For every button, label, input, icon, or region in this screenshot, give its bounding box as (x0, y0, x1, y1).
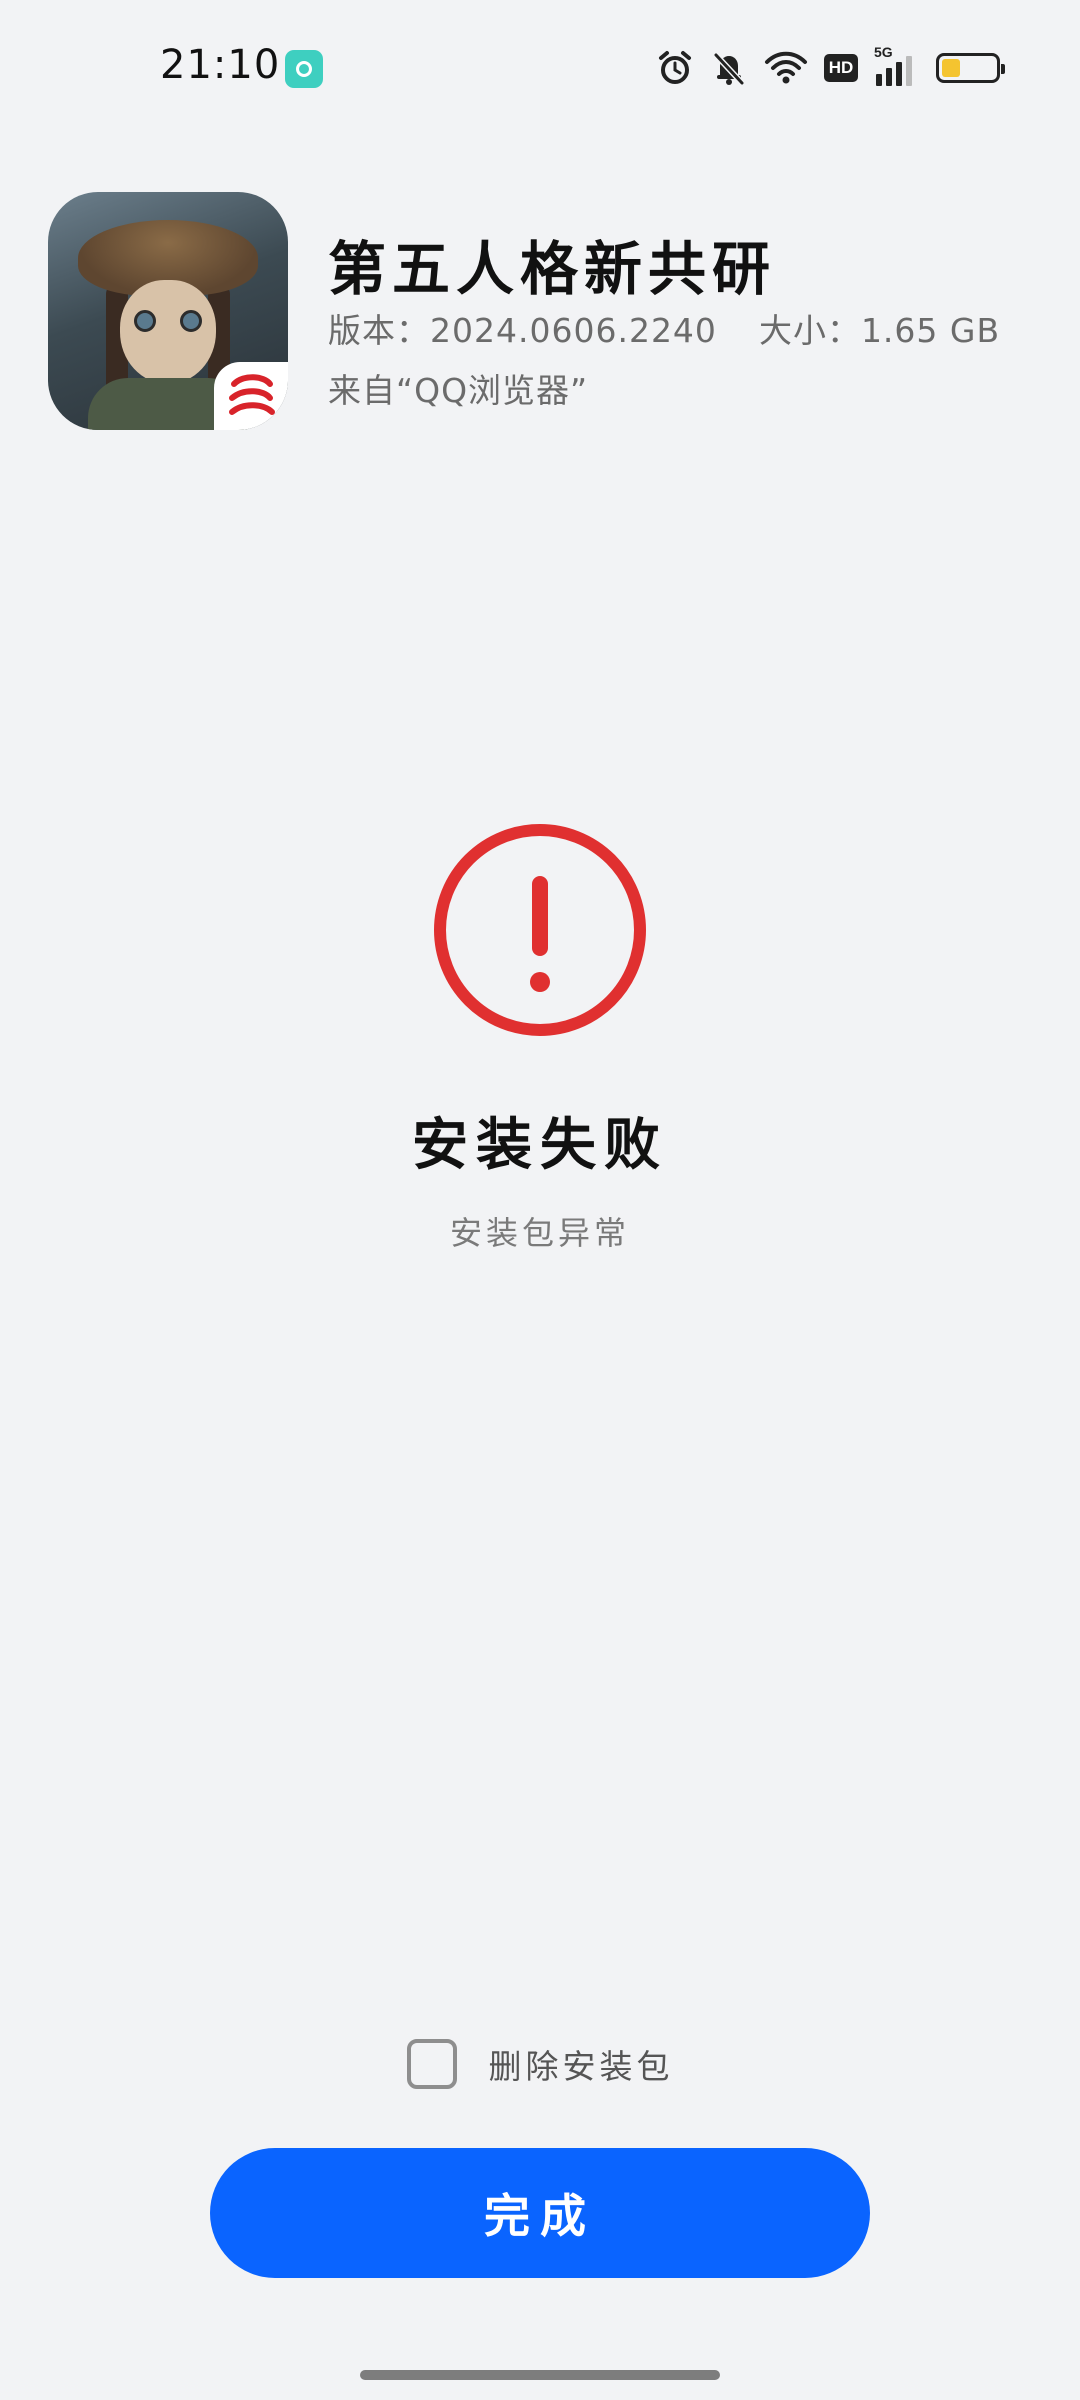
status-time: 21:10 (160, 42, 281, 88)
battery-icon (936, 53, 1005, 83)
network-type: 5G (874, 44, 893, 60)
battery-level (942, 59, 960, 77)
size-label: 大小： (758, 311, 861, 350)
cellular-signal-icon: 5G (874, 44, 920, 88)
netease-logo-icon (214, 362, 288, 430)
done-button[interactable]: 完成 (210, 2148, 870, 2278)
result-subtitle: 安装包异常 (449, 1214, 630, 1252)
delete-package-label[interactable]: 删除安装包 (489, 2040, 674, 2088)
bell-muted-icon (713, 52, 745, 86)
result-title: 安装失败 (412, 1113, 668, 1178)
music-disc-icon (285, 50, 323, 88)
app-header: 第五人格新共研 版本：2024.0606.2240 大小：1.65 GB 来自“Q… (48, 192, 1038, 432)
app-name: 第五人格新共研 (328, 235, 777, 303)
version-label: 版本： (328, 311, 430, 350)
delete-package-option[interactable]: 删除安装包 (0, 2036, 1080, 2092)
home-indicator[interactable] (360, 2370, 720, 2380)
alarm-icon (659, 51, 691, 84)
error-exclamation-icon (434, 824, 646, 1036)
identity-v-app-icon (48, 192, 288, 430)
status-icons: HD 5G (656, 44, 1005, 90)
app-meta: 版本：2024.0606.2240 大小：1.65 GB (328, 304, 1000, 352)
version-value: 2024.0606.2240 (430, 311, 717, 350)
hd-badge: HD (824, 54, 858, 82)
delete-package-checkbox[interactable] (406, 2039, 457, 2089)
wifi-icon (765, 51, 807, 84)
status-bar: 21:10 HD 5G (0, 0, 1080, 140)
app-source: 来自“QQ浏览器” (328, 371, 589, 410)
size-value: 1.65 GB (860, 311, 1001, 350)
